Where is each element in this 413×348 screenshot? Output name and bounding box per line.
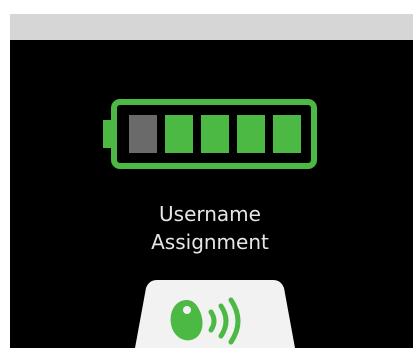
battery-segment-filled [273, 115, 301, 153]
tag-hole [183, 306, 191, 314]
battery-segment-filled [237, 115, 265, 153]
battery-segment-empty [129, 115, 157, 153]
battery-segments [129, 115, 301, 153]
battery-segment-filled [201, 115, 229, 153]
battery-terminal [103, 120, 117, 148]
nfc-button-body [135, 280, 295, 348]
screen-caption: Username Assignment [110, 200, 310, 256]
battery-segment-filled [165, 115, 193, 153]
battery-icon [103, 99, 317, 169]
caption-line-1: Username [159, 202, 261, 226]
nfc-tap-button[interactable] [135, 278, 295, 348]
device-screen: Username Assignment [0, 0, 413, 348]
caption-line-2: Assignment [151, 230, 269, 254]
status-bar [10, 14, 413, 40]
